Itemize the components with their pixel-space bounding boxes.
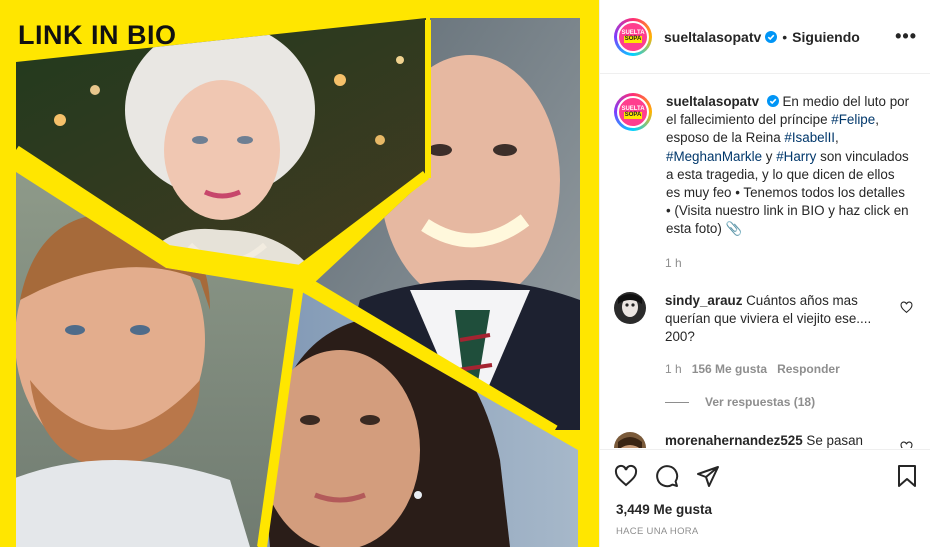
comment-username[interactable]: sindy_arauz: [665, 293, 742, 308]
hashtag-isabel[interactable]: #IsabelII: [784, 130, 835, 145]
verified-badge-icon: [765, 30, 778, 43]
replies-divider: [665, 401, 689, 403]
verified-badge-icon: [766, 95, 779, 107]
collage-artwork: [0, 0, 599, 547]
more-options-icon[interactable]: •••: [895, 26, 917, 47]
comment-text: sindy_arauz Cuántos años mas querían que…: [665, 293, 872, 345]
like-heart-icon[interactable]: [614, 464, 638, 488]
caption-text: sueltalasopatv En medio del luto por el …: [666, 94, 910, 237]
header-separator: •: [782, 28, 788, 45]
comment-like-heart-icon[interactable]: [900, 441, 913, 448]
post-image[interactable]: LINK IN BIO: [0, 0, 599, 547]
account-avatar[interactable]: SUELTA SOPA: [614, 17, 652, 56]
save-bookmark-icon[interactable]: [895, 464, 919, 488]
following-button[interactable]: Siguiendo: [792, 29, 860, 45]
like-count[interactable]: 3,449 Me gusta: [616, 502, 712, 517]
comment-meta: 1 h 156 Me gusta Responder: [665, 362, 840, 376]
post-details-panel: SUELTA SOPA sueltalasopatv • Siguiendo •…: [599, 0, 930, 547]
reply-button[interactable]: Responder: [777, 362, 840, 376]
caption-avatar[interactable]: SUELTA SOPA: [614, 93, 652, 131]
comment-like-heart-icon[interactable]: [900, 301, 913, 314]
post-time: HACE UNA HORA: [616, 526, 699, 537]
comment-item: sindy_arauz Cuántos años mas querían que…: [614, 292, 919, 347]
link-in-bio-banner: LINK IN BIO: [18, 20, 177, 50]
post-header: SUELTA SOPA sueltalasopatv • Siguiendo •…: [600, 0, 930, 74]
comment-text: morenahernandez525 Se pasan: [665, 433, 864, 448]
caption-username[interactable]: sueltalasopatv: [666, 94, 759, 109]
commenter-avatar[interactable]: [614, 292, 646, 324]
caption-timestamp: 1 h: [665, 256, 682, 270]
hashtag-meghan[interactable]: #MeghanMarkle: [666, 149, 762, 164]
avatar-logo: SUELTA SOPA: [617, 20, 649, 53]
post-actions: 3,449 Me gusta HACE UNA HORA: [600, 449, 930, 547]
instagram-post: LINK IN BIO SUELTA SOPA sueltalasopatv •…: [0, 0, 930, 547]
view-replies-button[interactable]: Ver respuestas (18): [665, 395, 815, 409]
comment-likes[interactable]: 156 Me gusta: [692, 362, 767, 376]
commenter-avatar[interactable]: [614, 432, 646, 448]
comment-time: 1 h: [665, 362, 682, 376]
caption: SUELTA SOPA sueltalasopatv En medio del …: [614, 93, 919, 239]
comment-username[interactable]: morenahernandez525: [665, 433, 803, 448]
hashtag-harry[interactable]: #Harry: [776, 149, 816, 164]
comment-item: morenahernandez525 Se pasan: [614, 432, 895, 448]
comments-section: SUELTA SOPA sueltalasopatv En medio del …: [600, 75, 930, 448]
account-username[interactable]: sueltalasopatv: [664, 29, 761, 45]
share-send-icon[interactable]: [696, 464, 720, 488]
hashtag-felipe[interactable]: #Felipe: [831, 112, 875, 127]
comment-bubble-icon[interactable]: [655, 464, 679, 488]
